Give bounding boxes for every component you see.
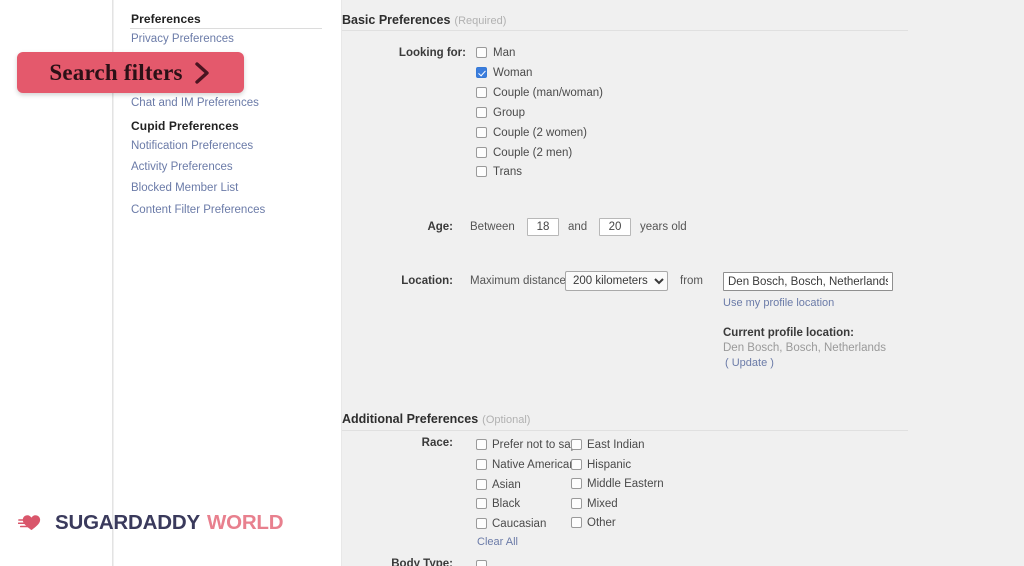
clear-all-link[interactable]: Clear All: [477, 536, 518, 548]
checkbox-east-indian[interactable]: [571, 439, 582, 450]
additional-preferences-title: Additional Preferences: [342, 412, 479, 426]
basic-preferences-required-badge: (Required): [454, 15, 507, 27]
sidebar-item-content-filter-preferences[interactable]: Content Filter Preferences: [131, 204, 265, 216]
use-my-profile-location-link[interactable]: Use my profile location: [723, 297, 834, 309]
checkbox-couple-2-men[interactable]: [476, 147, 487, 158]
checkbox-label-other[interactable]: Other: [587, 517, 616, 529]
current-profile-location-value: Den Bosch, Bosch, Netherlands: [723, 342, 887, 354]
checkbox-middle-eastern[interactable]: [571, 478, 582, 489]
section-title-additional-preferences: Additional Preferences (Optional): [342, 412, 530, 426]
checkbox-label-east-indian[interactable]: East Indian: [587, 439, 645, 451]
page-root: Preferences Privacy Preferences ces Chat…: [0, 0, 1024, 566]
checkbox-black[interactable]: [476, 498, 487, 509]
checkbox-label-black[interactable]: Black: [492, 498, 520, 510]
checkbox-label-trans[interactable]: Trans: [493, 166, 522, 178]
sidebar-item-blocked-member-list[interactable]: Blocked Member List: [131, 182, 238, 194]
checkbox-label-man[interactable]: Man: [493, 47, 515, 59]
sidebar-item-chat-im-preferences[interactable]: Chat and IM Preferences: [131, 97, 259, 109]
location-input[interactable]: [723, 272, 893, 291]
checkbox-label-couple-2-women[interactable]: Couple (2 women): [493, 127, 587, 139]
checkbox-label-middle-eastern[interactable]: Middle Eastern: [587, 478, 664, 490]
checkbox-asian[interactable]: [476, 479, 487, 490]
looking-for-label: Looking for:: [398, 47, 466, 59]
sidebar-item-notification-preferences[interactable]: Notification Preferences: [131, 140, 253, 152]
brand-name-secondary: WORLD: [206, 510, 284, 534]
checkbox-hispanic[interactable]: [571, 459, 582, 470]
checkbox-label-mixed[interactable]: Mixed: [587, 498, 618, 510]
search-filters-badge[interactable]: Search filters: [17, 52, 244, 93]
sidebar-item-activity-preferences[interactable]: Activity Preferences: [131, 161, 233, 173]
from-text: from: [680, 275, 703, 287]
current-profile-location-title: Current profile location:: [723, 327, 854, 339]
checkbox-label-group[interactable]: Group: [493, 107, 525, 119]
checkbox-label-hispanic[interactable]: Hispanic: [587, 459, 631, 471]
age-max-input[interactable]: [599, 218, 631, 236]
checkbox-other[interactable]: [571, 517, 582, 528]
checkbox-couple-2-women[interactable]: [476, 127, 487, 138]
checkbox-caucasian[interactable]: [476, 518, 487, 529]
checkbox-label-prefer-not-to-say[interactable]: Prefer not to say: [492, 439, 576, 451]
max-distance-text: Maximum distance: [470, 275, 566, 287]
checkbox-body-type-first[interactable]: [476, 560, 487, 566]
race-label: Race:: [421, 437, 453, 449]
distance-select[interactable]: 200 kilometers: [565, 271, 668, 291]
body-type-label: Body Type:: [391, 558, 453, 566]
search-filters-badge-label: Search filters: [49, 59, 183, 85]
update-location-link[interactable]: ( Update ): [725, 357, 774, 369]
heart-logo-icon: [18, 515, 41, 530]
age-min-input[interactable]: [527, 218, 559, 236]
checkbox-man[interactable]: [476, 47, 487, 58]
age-between-text: Between: [470, 221, 515, 233]
additional-section-divider: [342, 430, 908, 431]
section-title-basic-preferences: Basic Preferences (Required): [342, 13, 506, 27]
checkbox-trans[interactable]: [476, 166, 487, 177]
checkbox-label-couple-man-woman[interactable]: Couple (man/woman): [493, 87, 603, 99]
checkbox-group[interactable]: [476, 107, 487, 118]
checkbox-label-native-american[interactable]: Native American: [492, 459, 576, 471]
main-content: Basic Preferences (Required) Looking for:…: [342, 0, 1024, 566]
sidebar-heading-cupid-preferences: Cupid Preferences: [131, 119, 239, 133]
checkbox-label-woman[interactable]: Woman: [493, 67, 532, 79]
checkbox-couple-man-woman[interactable]: [476, 87, 487, 98]
checkbox-mixed[interactable]: [571, 498, 582, 509]
sidebar-divider: [130, 28, 322, 29]
sidebar-heading-preferences: Preferences: [131, 12, 201, 26]
age-and-text: and: [568, 221, 588, 233]
brand-logo: SUGARDADDY WORLD: [18, 510, 284, 534]
age-label: Age:: [427, 221, 453, 233]
basic-section-divider: [342, 30, 908, 31]
basic-preferences-title: Basic Preferences: [342, 13, 451, 27]
brand-name-primary: SUGARDADDY: [55, 510, 200, 534]
checkbox-label-caucasian[interactable]: Caucasian: [492, 518, 546, 530]
checkbox-prefer-not-to-say[interactable]: [476, 439, 487, 450]
chevron-right-icon: [194, 61, 209, 84]
checkbox-woman[interactable]: [476, 67, 487, 78]
checkbox-label-couple-2-men[interactable]: Couple (2 men): [493, 147, 572, 159]
location-label: Location:: [401, 275, 453, 287]
checkbox-label-asian[interactable]: Asian: [492, 479, 521, 491]
sidebar-item-privacy-preferences[interactable]: Privacy Preferences: [131, 33, 234, 45]
additional-preferences-optional-badge: (Optional): [482, 414, 531, 426]
checkbox-native-american[interactable]: [476, 459, 487, 470]
age-suffix-text: years old: [640, 221, 687, 233]
